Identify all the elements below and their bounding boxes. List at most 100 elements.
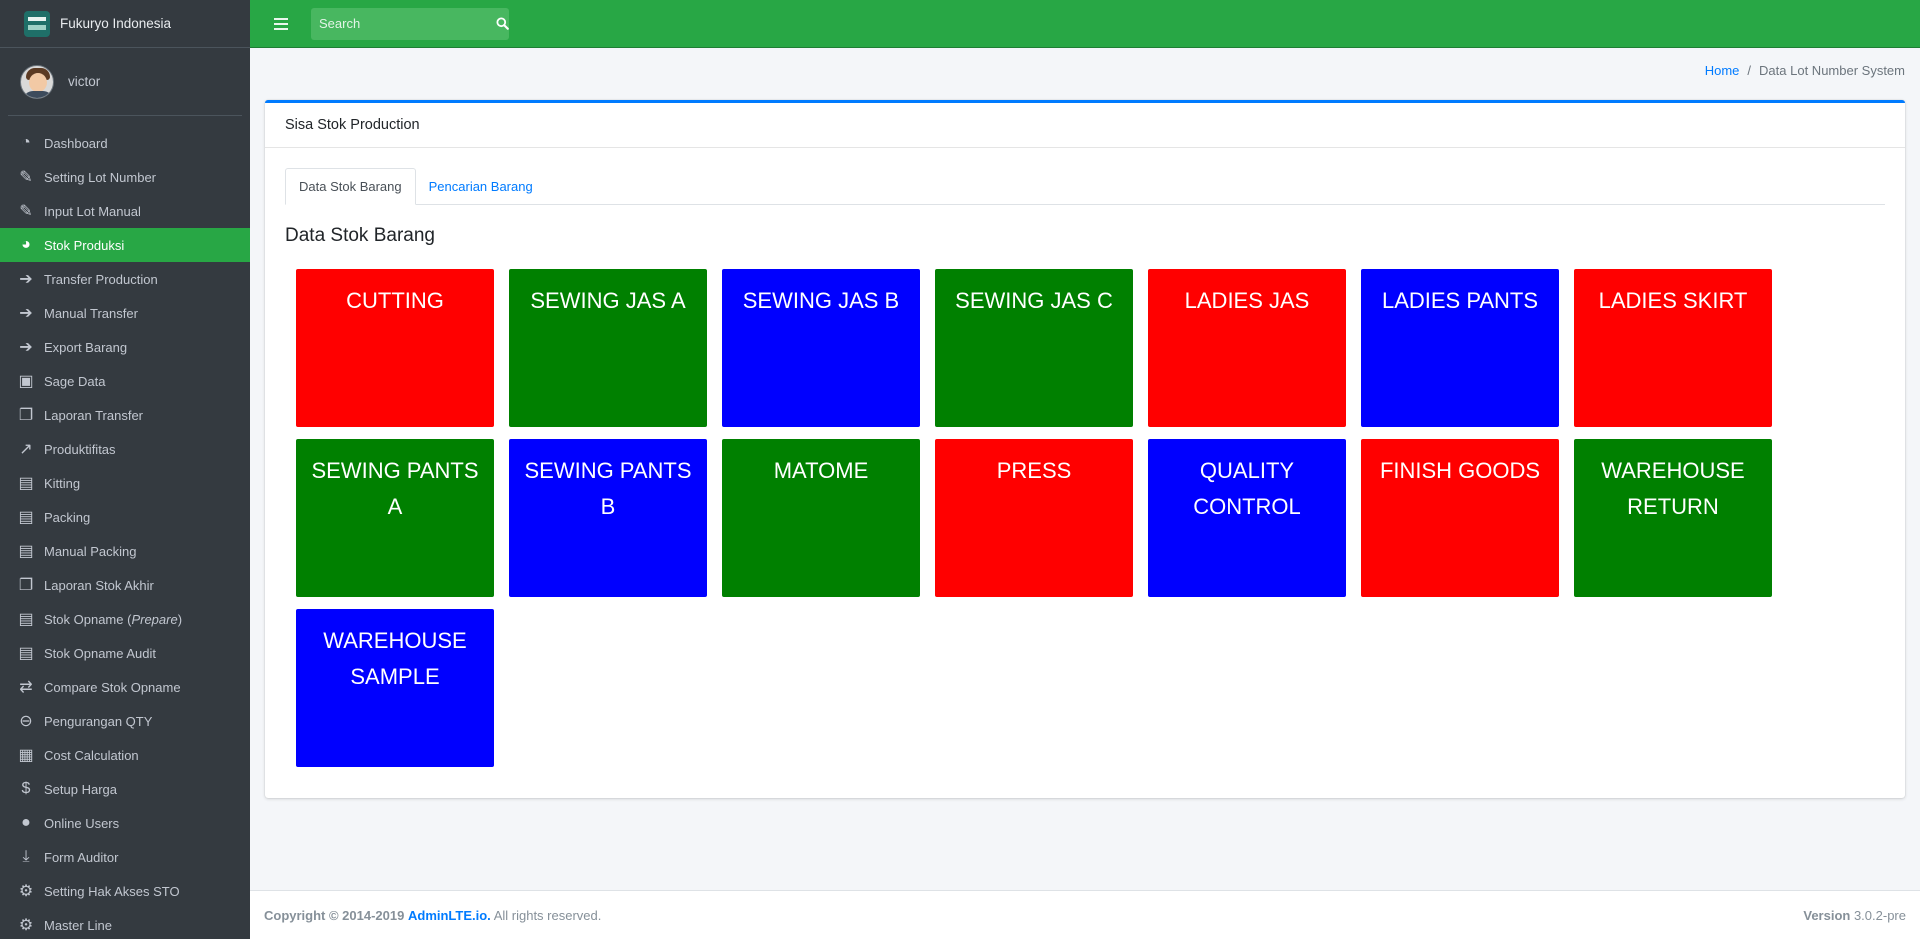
breadcrumb-home-link[interactable]: Home [1705, 63, 1740, 78]
sidebar-item-label: Stok Opname (Prepare) [44, 611, 183, 627]
sidebar-item-laporan-stok-akhir[interactable]: ❐ Laporan Stok Akhir [0, 568, 250, 602]
sidebar-item-laporan-transfer[interactable]: ❐ Laporan Transfer [0, 398, 250, 432]
tile-sewing-jas-c[interactable]: SEWING JAS C [935, 269, 1133, 427]
tile-finish-goods[interactable]: FINISH GOODS [1361, 439, 1559, 597]
sidebar-item-sage-data[interactable]: ▣ Sage Data [0, 364, 250, 398]
sidebar-item-cost-calculation[interactable]: ▦ Cost Calculation [0, 738, 250, 772]
sidebar-item-stok-produksi[interactable]: ◕ Stok Produksi [0, 228, 250, 262]
tile-sewing-jas-b[interactable]: SEWING JAS B [722, 269, 920, 427]
tile-sewing-pants-a[interactable]: SEWING PANTS A [296, 439, 494, 597]
tile-press[interactable]: PRESS [935, 439, 1133, 597]
edit-icon: ✎ [19, 169, 33, 186]
arrow-right-icon: ➔ [19, 339, 33, 356]
tile-ladies-pants[interactable]: LADIES PANTS [1361, 269, 1559, 427]
search-input[interactable] [311, 7, 495, 40]
version-value: 3.0.2-pre [1853, 907, 1906, 923]
search-form [311, 7, 509, 40]
sidebar-item-label: Pengurangan QTY [44, 713, 153, 729]
sidebar-item-master-line[interactable]: ⚙ Master Line [0, 908, 250, 939]
edit-icon: ✎ [19, 203, 33, 220]
menu-toggle-icon[interactable] [274, 17, 288, 30]
copy-icon: ❐ [18, 577, 34, 594]
sidebar-item-label: Laporan Stok Akhir [44, 577, 154, 593]
stock-card: Sisa Stok Production Data Stok Barang Pe… [265, 100, 1905, 798]
sidebar-item-label: Stok Produksi [44, 237, 125, 253]
sidebar-item-label: Kitting [44, 475, 81, 491]
sidebar-item-kitting[interactable]: ▤ Kitting [0, 466, 250, 500]
tab-data-stok-barang[interactable]: Data Stok Barang [285, 168, 416, 205]
brand-link[interactable]: Fukuryo Indonesia [0, 0, 250, 48]
sidebar-item-dashboard[interactable]: ◔ Dashboard [0, 126, 250, 160]
sidebar-item-transfer-production[interactable]: ➔ Transfer Production [0, 262, 250, 296]
pie-chart-icon: ◕ [21, 236, 31, 253]
rights-text: All rights reserved. [493, 907, 602, 923]
user-icon: ● [21, 814, 31, 831]
sidebar-item-stok-opname-audit[interactable]: ▤ Stok Opname Audit [0, 636, 250, 670]
sidebar-item-compare-stok-opname[interactable]: ⇄ Compare Stok Opname [0, 670, 250, 704]
box-icon: ▤ [18, 475, 34, 492]
search-button[interactable] [495, 8, 509, 40]
tile-ladies-jas[interactable]: LADIES JAS [1148, 269, 1346, 427]
tile-warehouse-sample[interactable]: WAREHOUSE SAMPLE [296, 609, 494, 767]
tile-quality-control[interactable]: QUALITY CONTROL [1148, 439, 1346, 597]
dollar-icon: $ [21, 780, 31, 797]
sidebar-item-setting-hak-akses-sto[interactable]: ⚙ Setting Hak Akses STO [0, 874, 250, 908]
tile-cutting[interactable]: CUTTING [296, 269, 494, 427]
sidebar-item-label: Sage Data [44, 373, 106, 389]
sidebar-item-label: Transfer Production [44, 271, 158, 287]
sidebar-item-label: Laporan Transfer [44, 407, 144, 423]
sidebar-item-setting-lot-number[interactable]: ✎ Setting Lot Number [0, 160, 250, 194]
tile-sewing-pants-b[interactable]: SEWING PANTS B [509, 439, 707, 597]
sidebar-item-stok-opname-prepare[interactable]: ▤ Stok Opname (Prepare) [0, 602, 250, 636]
sidebar-item-pengurangan-qty[interactable]: ⊖ Pengurangan QTY [0, 704, 250, 738]
sidebar-item-label: Manual Packing [44, 543, 137, 559]
sidebar-item-manual-packing[interactable]: ▤ Manual Packing [0, 534, 250, 568]
box-icon: ▤ [18, 543, 34, 560]
dashboard-icon: ◔ [21, 134, 31, 151]
tile-matome[interactable]: MATOME [722, 439, 920, 597]
sidebar-item-form-auditor[interactable]: ⤓ Form Auditor [0, 840, 250, 874]
tile-sewing-jas-a[interactable]: SEWING JAS A [509, 269, 707, 427]
breadcrumb: Home / Data Lot Number System [1705, 63, 1905, 78]
sidebar-item-setup-harga[interactable]: $ Setup Harga [0, 772, 250, 806]
sidebar-item-label: Online Users [44, 815, 120, 831]
card-title: Sisa Stok Production [265, 103, 1905, 148]
brand-name: Fukuryo Indonesia [60, 16, 172, 31]
user-panel[interactable]: victor [8, 48, 242, 116]
sidebar-item-label: Input Lot Manual [44, 203, 141, 219]
minus-circle-icon: ⊖ [19, 713, 33, 730]
box-icon: ▤ [18, 645, 34, 662]
sidebar-item-manual-transfer[interactable]: ➔ Manual Transfer [0, 296, 250, 330]
sidebar-item-label: Master Line [44, 917, 112, 933]
sidebar-item-label: Packing [44, 509, 91, 525]
tile-ladies-skirt[interactable]: LADIES SKIRT [1574, 269, 1772, 427]
sidebar-item-label: Setup Harga [44, 781, 117, 797]
line-chart-icon: ↗ [19, 441, 33, 458]
exchange-icon: ⇄ [19, 679, 33, 696]
search-icon [495, 17, 509, 30]
sidebar-item-label: Dashboard [44, 135, 108, 151]
sidebar-item-packing[interactable]: ▤ Packing [0, 500, 250, 534]
gear-icon: ⚙ [18, 883, 34, 900]
user-name[interactable]: victor [68, 74, 100, 89]
breadcrumb-separator: / [1747, 63, 1752, 78]
sidebar-item-input-lot-manual[interactable]: ✎ Input Lot Manual [0, 194, 250, 228]
sidebar-item-export-barang[interactable]: ➔ Export Barang [0, 330, 250, 364]
tab-pencarian-barang[interactable]: Pencarian Barang [416, 168, 546, 205]
department-tiles: CUTTING SEWING JAS A SEWING JAS B SEWING JA… [296, 269, 1866, 767]
brand-logo-icon [24, 10, 50, 37]
sidebar-item-online-users[interactable]: ● Online Users [0, 806, 250, 840]
sidebar-item-label: Setting Hak Akses STO [44, 883, 180, 899]
sidebar-item-label: Stok Opname Audit [44, 645, 157, 661]
sidebar-item-label: Form Auditor [44, 849, 119, 865]
top-navbar [250, 0, 1920, 48]
box-icon: ▤ [18, 611, 34, 628]
section-title: Data Stok Barang [285, 225, 435, 246]
footer-copyright: Copyright © 2014-2019 AdminLTE.io. All r… [264, 908, 601, 923]
adminlte-link[interactable]: AdminLTE.io. [408, 908, 491, 923]
sidebar-item-produktifitas[interactable]: ↗ Produktifitas [0, 432, 250, 466]
tab-bar: Data Stok Barang Pencarian Barang [285, 168, 1885, 205]
calculator-icon: ▦ [18, 747, 34, 764]
tile-warehouse-return[interactable]: WAREHOUSE RETURN [1574, 439, 1772, 597]
download-icon: ⤓ [22, 848, 30, 865]
